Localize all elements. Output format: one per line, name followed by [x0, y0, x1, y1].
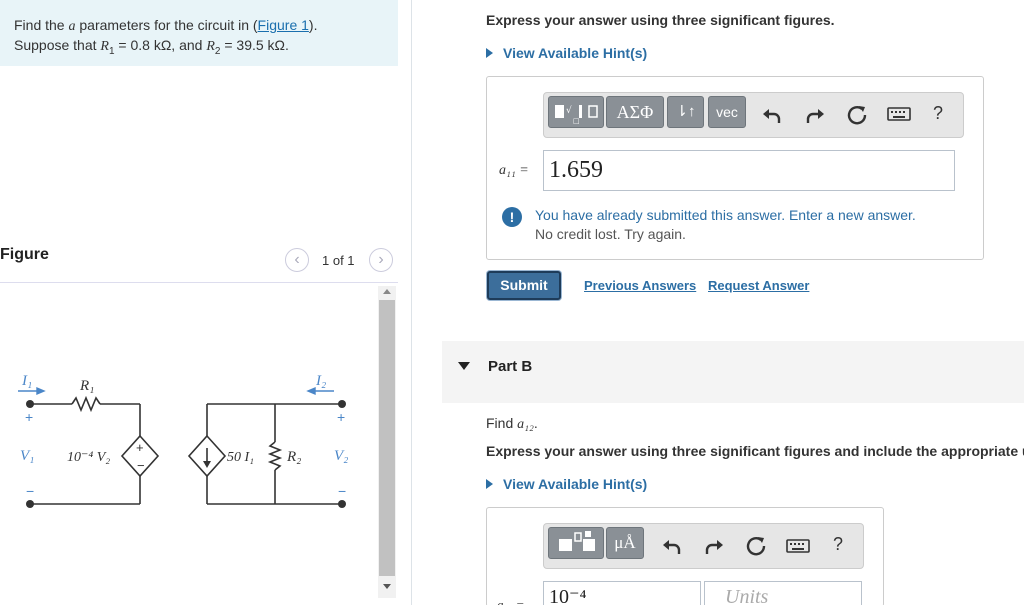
svg-text:□: □ [573, 117, 580, 125]
keyboard-icon[interactable] [887, 104, 911, 124]
help-button[interactable]: ? [933, 103, 943, 124]
units-button[interactable]: μÅ [606, 527, 644, 559]
problem-line-2: Suppose that R1 = 0.8 kΩ, and R2 = 39.5 … [14, 37, 289, 57]
scroll-up-arrow[interactable] [383, 289, 391, 294]
circuit-diagram: I₁ R₁ I₂ V₁ V₂ 10⁻⁴ V₂ 50 I₁ R₂ + − + − … [18, 373, 348, 508]
terminal-2-bottom [338, 500, 346, 508]
problem-statement: Find the a parameters for the circuit in… [0, 0, 398, 66]
greek-symbols-button[interactable]: ΑΣΦ [606, 96, 664, 128]
figure-counter: 1 of 1 [322, 253, 355, 268]
partB-instruction: Express your answer using three signific… [486, 443, 1024, 459]
prev-figure-button[interactable]: ‹ [285, 248, 309, 272]
svg-text:√: √ [566, 105, 572, 116]
i2-arrow-head [306, 386, 316, 396]
label-i1: I₁ [21, 373, 32, 389]
partB-title[interactable]: Part B [488, 358, 532, 375]
partB-prompt: Find a₁₂. [486, 415, 538, 432]
label-r2: R₂ [286, 449, 301, 465]
v1-plus: + [25, 409, 33, 425]
next-figure-button[interactable]: › [369, 248, 393, 272]
label-v1: V₁ [20, 448, 34, 464]
submit-button[interactable]: Submit [487, 271, 561, 300]
vcvs-plus: + [136, 440, 144, 455]
v2-minus: − [338, 483, 346, 499]
templates-icon [559, 531, 595, 551]
resistor-r1 [71, 395, 101, 413]
problem-line-1: Find the a parameters for the circuit in… [14, 17, 318, 34]
partB-templates-button[interactable] [548, 527, 604, 559]
terminal-1-bottom [26, 500, 34, 508]
triangle-right-icon [486, 479, 493, 489]
partB-hint-toggle[interactable]: View Available Hint(s) [486, 476, 647, 492]
partA-hint-toggle[interactable]: View Available Hint(s) [486, 45, 647, 61]
feedback-message: You have already submitted this answer. … [535, 207, 916, 223]
i1-arrow-head [36, 386, 46, 396]
alert-icon: ! [502, 207, 522, 227]
v2-plus: + [337, 409, 345, 425]
vector-button[interactable]: vec [708, 96, 746, 128]
templates-button[interactable]: √ □ [548, 96, 604, 128]
figure-title: Figure [0, 246, 49, 263]
label-vcvs: 10⁻⁴ V₂ [67, 450, 110, 465]
triangle-down-icon[interactable] [458, 362, 470, 370]
label-cccs: 50 I₁ [227, 450, 254, 465]
partB-help-button[interactable]: ? [833, 534, 843, 555]
partA-answer-input[interactable]: 1.659 [543, 150, 955, 191]
label-v2: V₂ [334, 448, 348, 464]
terminal-2-top [338, 400, 346, 408]
redo-icon[interactable] [702, 534, 726, 558]
previous-answers-link[interactable]: Previous Answers [584, 278, 696, 293]
templates-icon: √ □ [555, 105, 598, 125]
triangle-right-icon [486, 48, 493, 58]
panel-divider [411, 0, 412, 605]
feedback-submessage: No credit lost. Try again. [535, 226, 686, 242]
request-answer-link[interactable]: Request Answer [708, 278, 809, 293]
undo-icon[interactable] [760, 103, 784, 127]
figure-link[interactable]: Figure 1 [258, 17, 309, 33]
scroll-down-arrow[interactable] [383, 584, 391, 589]
partB-units-input[interactable]: Units [704, 581, 862, 605]
undo-icon[interactable] [660, 534, 684, 558]
label-i2: I₂ [315, 373, 326, 389]
partB-answer-label: a₁₂ = [497, 597, 525, 605]
partB-value-input[interactable]: 10⁻⁴ [543, 581, 701, 605]
chevron-left-icon: ‹ [294, 251, 300, 268]
label-r1: R₁ [79, 378, 94, 394]
redo-icon[interactable] [803, 103, 827, 127]
reset-icon[interactable] [744, 534, 768, 558]
terminal-1-top [26, 400, 34, 408]
partA-answer-label: a₁₁ = [499, 163, 529, 178]
v1-minus: − [26, 483, 34, 499]
resistor-r2 [267, 441, 283, 471]
scrollbar-thumb[interactable] [379, 300, 395, 576]
subscript-superscript-button[interactable]: ⇂↑ [667, 96, 704, 128]
keyboard-icon[interactable] [786, 536, 810, 556]
cccs-arrow-head [203, 461, 211, 468]
reset-icon[interactable] [845, 103, 869, 127]
chevron-right-icon: › [378, 251, 384, 268]
partA-instruction: Express your answer using three signific… [486, 12, 835, 28]
figure-divider [0, 282, 398, 283]
vcvs-minus: − [137, 458, 145, 473]
